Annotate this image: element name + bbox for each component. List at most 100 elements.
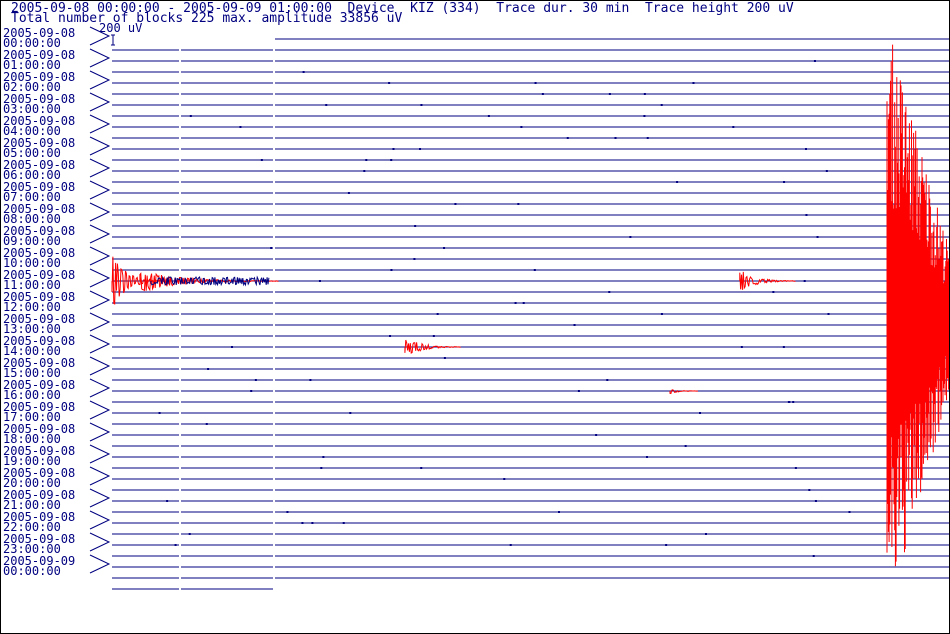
noise-speck <box>342 522 345 524</box>
noise-speck <box>541 93 544 95</box>
row-marker <box>89 466 111 486</box>
row-marker <box>89 554 111 574</box>
noise-speck <box>514 302 517 304</box>
noise-speck <box>629 236 632 238</box>
noise-speck <box>419 148 422 150</box>
noise-speck <box>365 159 368 161</box>
noise-speck <box>805 214 808 216</box>
noise-speck <box>389 335 392 337</box>
noise-speck <box>660 104 663 106</box>
noise-speck <box>158 412 161 414</box>
noise-speck <box>827 313 830 315</box>
noise-speck <box>270 247 273 249</box>
noise-speck <box>783 181 786 183</box>
noise-speck <box>522 302 525 304</box>
noise-speck <box>436 313 439 315</box>
noise-speck <box>301 522 304 524</box>
noise-speck <box>608 93 611 95</box>
row-marker <box>89 488 111 508</box>
row-marker <box>89 510 111 530</box>
noise-speck <box>322 456 325 458</box>
noise-speck <box>420 467 423 469</box>
noise-speck <box>665 544 668 546</box>
noise-speck <box>813 60 816 62</box>
noise-speck <box>443 357 446 359</box>
noise-speck <box>699 412 702 414</box>
noise-speck <box>794 467 797 469</box>
noise-speck <box>487 115 490 117</box>
noise-speck <box>318 280 321 282</box>
noise-speck <box>239 126 242 128</box>
noise-speck <box>646 456 649 458</box>
noise-speck <box>509 544 512 546</box>
noise-speck <box>684 445 687 447</box>
noise-speck <box>388 82 391 84</box>
noise-speck <box>566 137 569 139</box>
noise-speck <box>792 401 795 403</box>
noise-speck <box>286 511 289 513</box>
row-marker <box>89 202 111 222</box>
noise-speck <box>503 478 506 480</box>
noise-speck <box>812 555 815 557</box>
row-marker <box>89 532 111 552</box>
noise-speck <box>660 313 663 315</box>
noise-speck <box>454 203 457 205</box>
noise-speck <box>692 82 695 84</box>
noise-speck <box>608 291 611 293</box>
noise-speck <box>347 192 350 194</box>
noise-speck <box>788 401 791 403</box>
row-marker <box>89 48 111 68</box>
noise-speck <box>443 247 446 249</box>
noise-speck <box>320 467 323 469</box>
noise-speck <box>704 533 707 535</box>
noise-speck <box>311 522 314 524</box>
trace-lines <box>112 38 949 590</box>
noise-speck <box>432 335 435 337</box>
noise-speck <box>534 82 537 84</box>
noise-speck <box>517 203 520 205</box>
noise-speck <box>390 269 393 271</box>
row-marker <box>89 26 111 46</box>
row-labels: 2005-09-0800:00:002005-09-0801:00:002005… <box>3 26 111 578</box>
row-marker <box>89 356 111 376</box>
noise-speck <box>302 71 305 73</box>
amplitude-scale-bar <box>111 34 115 46</box>
row-marker <box>89 378 111 398</box>
row-marker <box>89 224 111 244</box>
row-marker <box>89 312 111 332</box>
noise-speck <box>390 159 393 161</box>
row-marker <box>89 136 111 156</box>
noise-speck <box>643 93 646 95</box>
row-marker <box>89 422 111 442</box>
row-marker <box>89 444 111 464</box>
noise-speck <box>577 390 580 392</box>
noise-speck <box>230 346 233 348</box>
noise-speck <box>250 390 253 392</box>
noise-speck <box>848 511 851 513</box>
noise-speck <box>174 544 177 546</box>
row-marker <box>89 70 111 90</box>
noise-speck <box>166 500 169 502</box>
seismogram-panel: 2005-09-08 00:00:00 - 2005-09-09 01:00:0… <box>0 0 950 634</box>
row-marker <box>89 334 111 354</box>
noise-speck <box>805 148 808 150</box>
noise-speck <box>349 412 352 414</box>
seismogram-plot: 2005-09-0800:00:002005-09-0801:00:002005… <box>3 26 949 590</box>
row-marker <box>89 290 111 310</box>
noise-specks <box>158 60 851 557</box>
noise-speck <box>520 126 523 128</box>
noise-speck <box>309 379 312 381</box>
noise-speck <box>606 379 609 381</box>
row-marker <box>89 268 111 288</box>
noise-speck <box>814 500 817 502</box>
noise-speck <box>420 104 423 106</box>
noise-speck <box>392 148 395 150</box>
noise-speck <box>643 115 646 117</box>
noise-speck <box>205 423 208 425</box>
noise-speck <box>808 489 811 491</box>
noise-speck <box>816 236 819 238</box>
noise-speck <box>732 126 735 128</box>
noise-speck <box>188 533 191 535</box>
row-marker <box>89 158 111 178</box>
row-marker <box>89 400 111 420</box>
